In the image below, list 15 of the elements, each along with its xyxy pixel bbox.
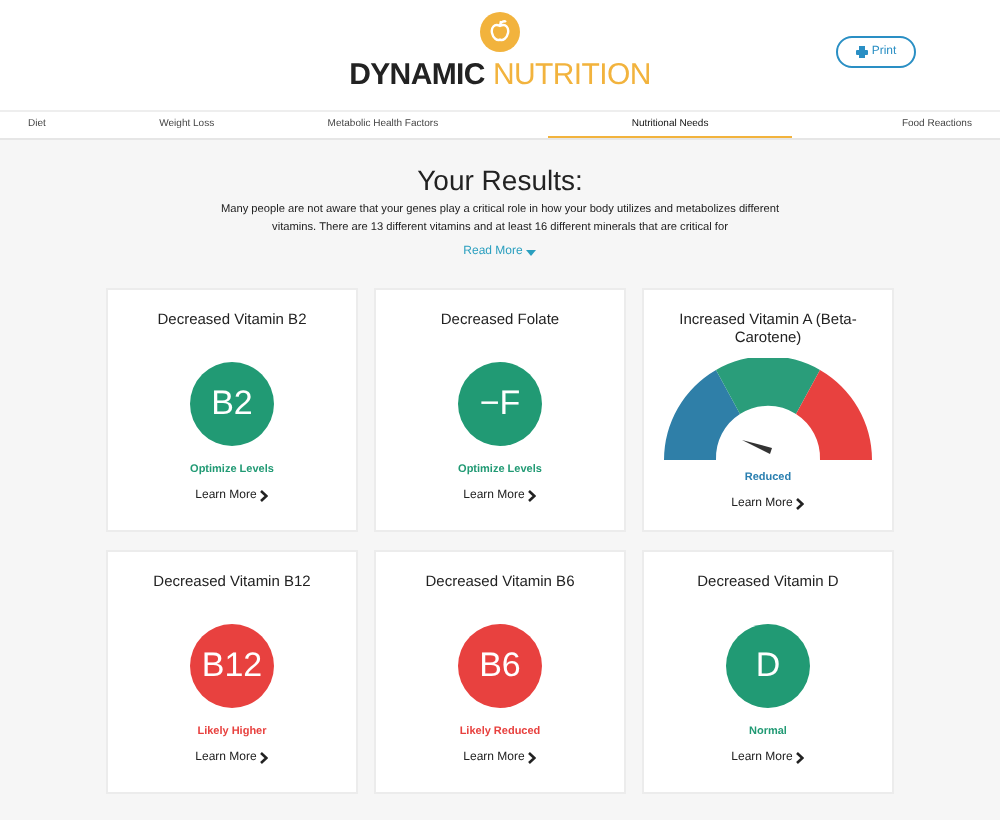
chevron-icon bbox=[528, 752, 537, 764]
chevron-icon bbox=[796, 498, 805, 510]
chevron-icon bbox=[528, 490, 537, 502]
apple-logo-icon bbox=[480, 12, 520, 52]
vitamin-badge: B2 bbox=[190, 362, 274, 446]
brand-name: DYNAMIC NUTRITION bbox=[349, 58, 651, 92]
chevron-icon bbox=[260, 752, 269, 764]
vitamin-badge: B6 bbox=[458, 624, 542, 708]
chevron-icon bbox=[260, 490, 269, 502]
vitamin-badge: D bbox=[726, 624, 810, 708]
results-heading: Your Results: bbox=[417, 164, 583, 196]
vitamin-badge: B12 bbox=[190, 624, 274, 708]
caret-icon bbox=[526, 249, 537, 255]
vitamin-badge: −F bbox=[458, 362, 542, 446]
chevron-icon bbox=[796, 752, 805, 764]
